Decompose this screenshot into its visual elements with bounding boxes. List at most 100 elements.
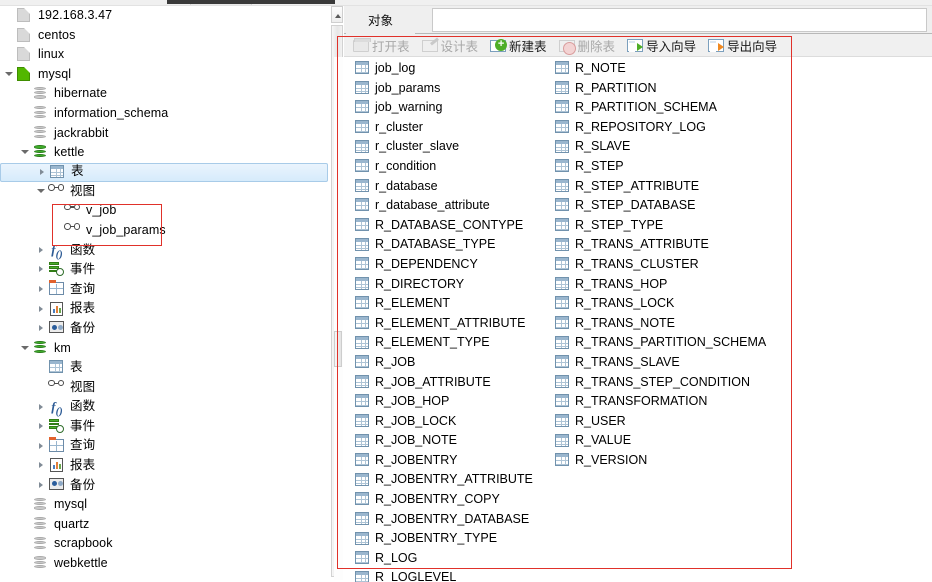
- object-list-item[interactable]: R_TRANSFORMATION: [554, 392, 766, 412]
- tree-expander-expanded-icon[interactable]: [20, 143, 32, 162]
- tree-expander-collapsed-icon[interactable]: [36, 300, 48, 319]
- sidebar-item-hibernate-4[interactable]: hibernate: [0, 84, 330, 104]
- tree-expander-collapsed-icon[interactable]: [36, 417, 48, 436]
- sidebar-item--13[interactable]: 事件: [0, 260, 330, 280]
- object-list-item[interactable]: r_database_attribute: [354, 196, 533, 216]
- object-list-item[interactable]: R_JOBENTRY_TYPE: [354, 529, 533, 549]
- tab-objects[interactable]: 对象: [346, 8, 416, 34]
- object-list-item[interactable]: R_STEP_DATABASE: [554, 196, 766, 216]
- sidebar-item-km-17[interactable]: km: [0, 339, 330, 359]
- sidebar-item--18[interactable]: 表: [0, 358, 330, 378]
- tab-filter-field[interactable]: [432, 8, 927, 32]
- sidebar-item--16[interactable]: 备份: [0, 319, 330, 339]
- connection-tree-panel[interactable]: 192.168.3.47 centos linux mysql hibernate inf…: [0, 6, 330, 582]
- tree-expander-expanded-icon[interactable]: [36, 182, 48, 201]
- object-list-item[interactable]: job_warning: [354, 98, 533, 118]
- sidebar-item-centos-1[interactable]: centos: [0, 26, 330, 46]
- sidebar-item-information_schema-5[interactable]: information_schema: [0, 104, 330, 124]
- sidebar-item--19[interactable]: 视图: [0, 378, 330, 398]
- tree-expander-collapsed-icon[interactable]: [36, 241, 48, 260]
- object-list-item[interactable]: R_NOTE: [554, 59, 766, 79]
- object-list-item[interactable]: R_TRANS_LOCK: [554, 294, 766, 314]
- object-list-item[interactable]: R_LOGLEVEL: [354, 568, 533, 582]
- tree-expander-collapsed-icon[interactable]: [37, 163, 49, 182]
- object-list-item[interactable]: R_ELEMENT_TYPE: [354, 333, 533, 353]
- object-list-item[interactable]: R_JOB_ATTRIBUTE: [354, 373, 533, 393]
- tree-expander-expanded-icon[interactable]: [20, 339, 32, 358]
- tree-expander-collapsed-icon[interactable]: [36, 437, 48, 456]
- object-list-item[interactable]: R_JOB_LOCK: [354, 412, 533, 432]
- object-list-item[interactable]: R_JOB_HOP: [354, 392, 533, 412]
- object-list-item[interactable]: R_ELEMENT: [354, 294, 533, 314]
- tree-expander-collapsed-icon[interactable]: [36, 456, 48, 475]
- object-list-item[interactable]: R_ELEMENT_ATTRIBUTE: [354, 314, 533, 334]
- object-list-item[interactable]: R_JOB_NOTE: [354, 431, 533, 451]
- object-list-item[interactable]: R_VALUE: [554, 431, 766, 451]
- sidebar-item--15[interactable]: 报表: [0, 299, 330, 319]
- sidebar-item-jackrabbit-6[interactable]: jackrabbit: [0, 124, 330, 144]
- sidebar-item-webkettle-28[interactable]: webkettle: [0, 554, 330, 574]
- object-list-item[interactable]: r_cluster: [354, 118, 533, 138]
- sidebar-item-192168347-0[interactable]: 192.168.3.47: [0, 6, 330, 26]
- object-list-item[interactable]: R_VERSION: [554, 451, 766, 471]
- object-list-item[interactable]: R_JOBENTRY_DATABASE: [354, 510, 533, 530]
- sidebar-item-quartz-26[interactable]: quartz: [0, 515, 330, 535]
- sidebar-item-v_job_params-11[interactable]: v_job_params: [0, 221, 330, 241]
- tree-expander-collapsed-icon[interactable]: [36, 260, 48, 279]
- sidebar-item--21[interactable]: 事件: [0, 417, 330, 437]
- sidebar-item--12[interactable]: f() 函数: [0, 241, 330, 260]
- object-list-item[interactable]: R_PARTITION: [554, 79, 766, 99]
- object-list-item[interactable]: R_PARTITION_SCHEMA: [554, 98, 766, 118]
- object-list-item[interactable]: r_condition: [354, 157, 533, 177]
- object-list-item[interactable]: R_STEP_TYPE: [554, 216, 766, 236]
- object-list-item[interactable]: R_TRANS_PARTITION_SCHEMA: [554, 333, 766, 353]
- object-list-item[interactable]: R_TRANS_HOP: [554, 275, 766, 295]
- object-list-item[interactable]: R_LOG: [354, 549, 533, 569]
- object-list-item[interactable]: R_USER: [554, 412, 766, 432]
- object-list-item[interactable]: R_STEP_ATTRIBUTE: [554, 177, 766, 197]
- object-list-item[interactable]: R_DIRECTORY: [354, 275, 533, 295]
- sidebar-item--20[interactable]: f() 函数: [0, 397, 330, 417]
- object-list-area[interactable]: job_log job_params job_warning r_cluster r_c…: [334, 57, 932, 582]
- object-list-item[interactable]: R_TRANS_ATTRIBUTE: [554, 235, 766, 255]
- object-list-item[interactable]: R_STEP: [554, 157, 766, 177]
- sidebar-item--24[interactable]: 备份: [0, 476, 330, 496]
- object-list-item[interactable]: R_TRANS_SLAVE: [554, 353, 766, 373]
- object-list-item[interactable]: job_log: [354, 59, 533, 79]
- object-list-item[interactable]: R_JOB: [354, 353, 533, 373]
- object-list-item[interactable]: r_cluster_slave: [354, 137, 533, 157]
- object-list-item[interactable]: R_DEPENDENCY: [354, 255, 533, 275]
- sidebar-item-kettle-7[interactable]: kettle: [0, 143, 330, 163]
- sidebar-item--9[interactable]: 视图: [0, 182, 330, 202]
- object-list-item[interactable]: R_TRANS_NOTE: [554, 314, 766, 334]
- scroll-up-button[interactable]: [331, 6, 343, 23]
- object-list-item[interactable]: R_SLAVE: [554, 137, 766, 157]
- import-wizard-button[interactable]: 导入向导: [623, 35, 700, 56]
- export-wizard-button[interactable]: 导出向导: [704, 35, 781, 56]
- object-list-item[interactable]: R_REPOSITORY_LOG: [554, 118, 766, 138]
- object-list-item[interactable]: R_TRANS_CLUSTER: [554, 255, 766, 275]
- object-list-item[interactable]: R_TRANS_STEP_CONDITION: [554, 373, 766, 393]
- sidebar-item-mysql-25[interactable]: mysql: [0, 495, 330, 515]
- sidebar-item-scrapbook-27[interactable]: scrapbook: [0, 534, 330, 554]
- tree-expander-collapsed-icon[interactable]: [36, 319, 48, 338]
- object-list-item[interactable]: r_database: [354, 177, 533, 197]
- tree-expander-expanded-icon[interactable]: [4, 65, 16, 84]
- object-list-item[interactable]: job_params: [354, 79, 533, 99]
- list-scrollbar-thumb[interactable]: [334, 331, 342, 367]
- object-list-item[interactable]: R_JOBENTRY_ATTRIBUTE: [354, 470, 533, 490]
- sidebar-item-v_job-10[interactable]: v_job: [0, 201, 330, 221]
- sidebar-item-linux-2[interactable]: linux: [0, 45, 330, 65]
- new-table-button[interactable]: 新建表: [486, 35, 551, 56]
- sidebar-item--23[interactable]: 报表: [0, 456, 330, 476]
- sidebar-item-mysql-3[interactable]: mysql: [0, 65, 330, 85]
- tree-expander-collapsed-icon[interactable]: [36, 476, 48, 495]
- sidebar-item--22[interactable]: 查询: [0, 436, 330, 456]
- sidebar-item--14[interactable]: 查询: [0, 280, 330, 300]
- tree-expander-collapsed-icon[interactable]: [36, 280, 48, 299]
- object-list-item[interactable]: R_JOBENTRY: [354, 451, 533, 471]
- sidebar-item--8[interactable]: 表: [0, 162, 328, 182]
- object-list-item[interactable]: R_DATABASE_CONTYPE: [354, 216, 533, 236]
- tree-expander-collapsed-icon[interactable]: [36, 398, 48, 417]
- list-scrollbar[interactable]: [334, 57, 343, 580]
